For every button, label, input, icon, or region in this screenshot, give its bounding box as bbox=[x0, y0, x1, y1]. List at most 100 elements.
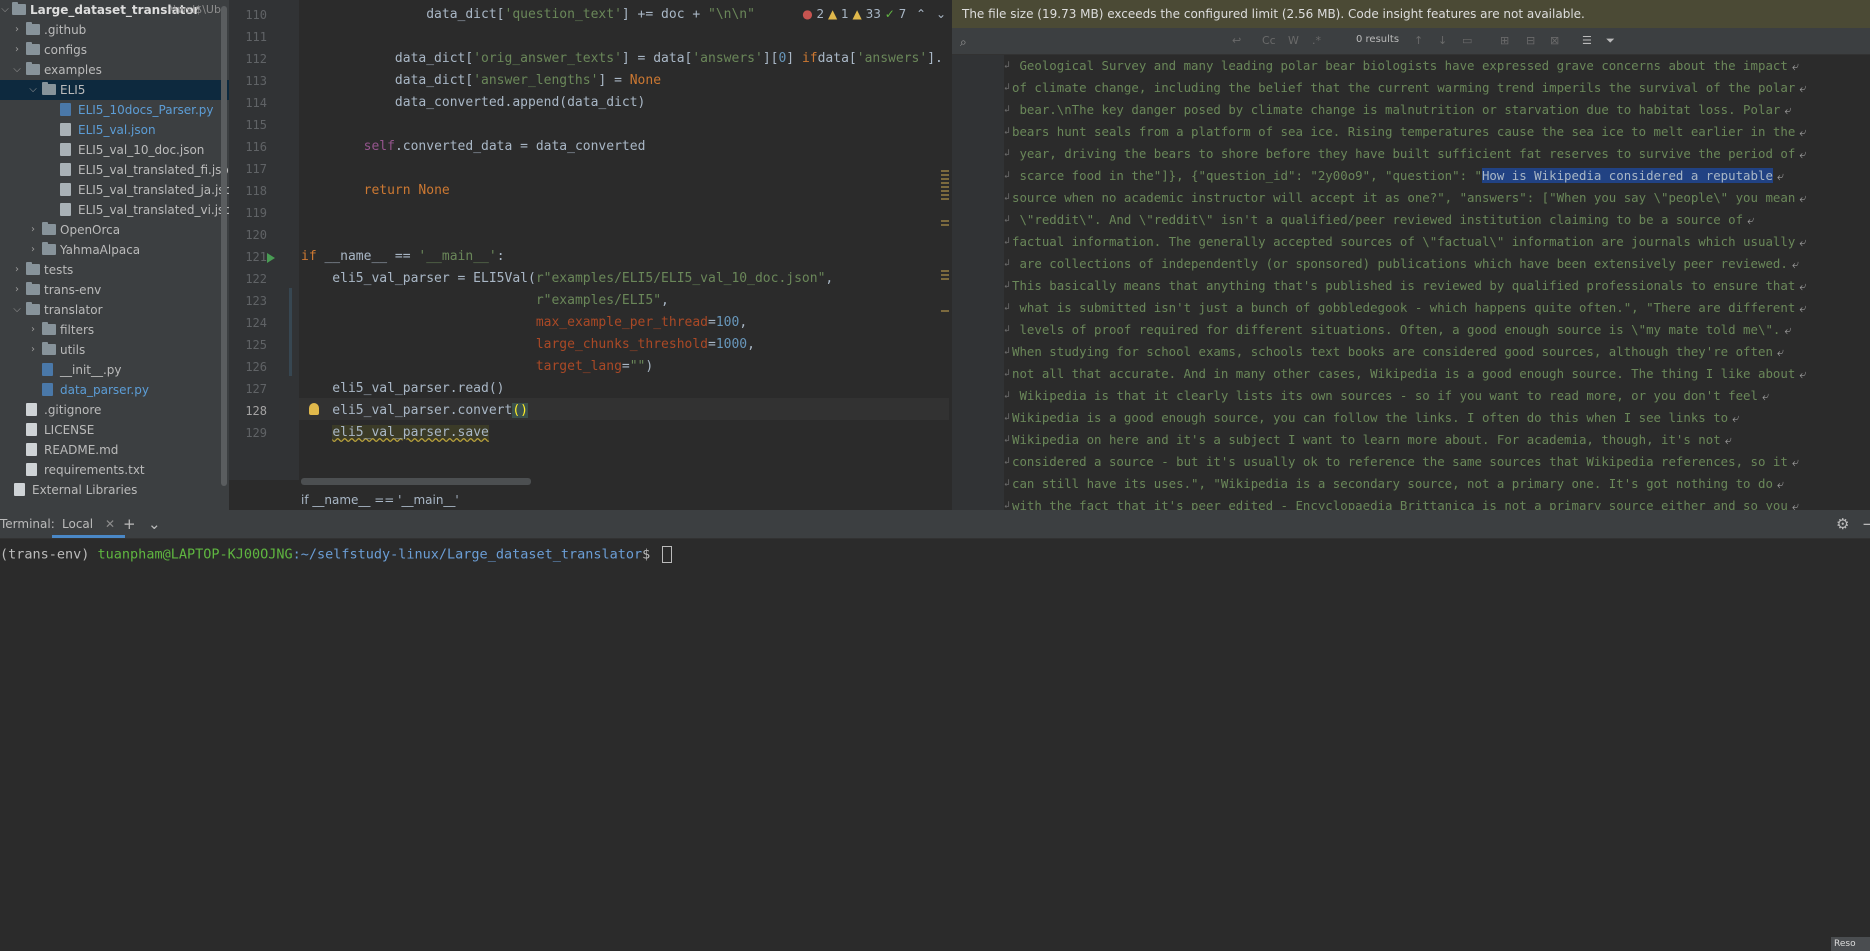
tree-item[interactable]: › utils bbox=[0, 340, 229, 360]
viewer-line[interactable]: ↲ bear.\nThe key danger posed by climate… bbox=[1004, 99, 1791, 121]
gear-icon[interactable]: ⚙ bbox=[1836, 515, 1849, 533]
code-line[interactable]: eli5_val_parser = ELI5Val(r"examples/ELI… bbox=[301, 268, 833, 290]
code-line[interactable]: eli5_val_parser.read() bbox=[301, 378, 504, 400]
add-icon[interactable]: + bbox=[123, 515, 136, 533]
toggle-selection-icon[interactable]: ⊠ bbox=[1550, 33, 1559, 49]
tree-item[interactable]: › filters bbox=[0, 320, 229, 340]
code-line[interactable]: max_example_per_thread=100, bbox=[301, 312, 747, 334]
select-all-icon[interactable]: ▭ bbox=[1462, 33, 1472, 49]
code-line[interactable]: self.converted_data = data_converted bbox=[301, 136, 646, 158]
tree-item[interactable]: README.md bbox=[0, 440, 229, 460]
editor-horizontal-scrollbar[interactable] bbox=[301, 478, 531, 485]
viewer-line[interactable]: ↲ Geological Survey and many leading pol… bbox=[1004, 55, 1799, 77]
viewer-line[interactable]: ↲ Wikipedia on here and it's a subject I … bbox=[1004, 429, 1732, 451]
code-line[interactable]: return None bbox=[301, 180, 450, 202]
chevron-right-icon[interactable]: › bbox=[12, 260, 22, 280]
tree-item[interactable]: ELI5_val_translated_vi.json bbox=[0, 200, 229, 220]
chevron-down-icon[interactable]: ⌵ bbox=[28, 80, 38, 100]
viewer-line[interactable]: ↲ what is submitted isn't just a bunch o… bbox=[1004, 297, 1806, 319]
breadcrumb[interactable]: if __name__ == '__main__' bbox=[301, 490, 459, 510]
tree-item[interactable]: ⌵ ELI5 bbox=[0, 80, 229, 100]
regex-button[interactable]: .* bbox=[1312, 33, 1321, 49]
search-bar[interactable]: ⌕ ↩ Cc W .* 0 results ↑ ↓ ▭ ⊞ ⊟ ⊠ ☰ ⏷ bbox=[952, 28, 1870, 55]
tree-item[interactable]: › configs bbox=[0, 40, 229, 60]
tree-item[interactable]: External Libraries bbox=[0, 480, 229, 500]
chevron-up-icon[interactable]: ⌃ bbox=[916, 7, 926, 21]
viewer-line[interactable]: ↲ source when no academic instructor will… bbox=[1004, 187, 1806, 209]
viewer-line[interactable]: ↲ of climate change, including the belief… bbox=[1004, 77, 1806, 99]
close-icon[interactable]: ✕ bbox=[105, 517, 115, 531]
code-line[interactable]: data_dict['answer_lengths'] = None bbox=[301, 70, 661, 92]
tree-item[interactable]: › trans-env bbox=[0, 280, 229, 300]
arrow-up-icon[interactable]: ↑ bbox=[1414, 33, 1423, 49]
code-line[interactable]: r"examples/ELI5", bbox=[301, 290, 669, 312]
tree-item[interactable]: › .github bbox=[0, 20, 229, 40]
lightbulb-icon[interactable] bbox=[309, 403, 319, 415]
terminal-prompt[interactable]: (trans-env) tuanpham@LAPTOP-KJ00OJNG:~/s… bbox=[0, 546, 673, 563]
chevron-down-icon[interactable]: ⌵ bbox=[0, 0, 10, 20]
chevron-right-icon[interactable]: › bbox=[12, 280, 22, 300]
tree-scrollbar[interactable] bbox=[221, 6, 227, 486]
minimize-icon[interactable]: − bbox=[1862, 515, 1870, 533]
chevron-right-icon[interactable]: › bbox=[28, 340, 38, 360]
remove-selection-icon[interactable]: ⊟ bbox=[1526, 33, 1535, 49]
history-icon[interactable]: ↩ bbox=[1232, 33, 1241, 49]
code-line[interactable]: data_converted.append(data_dict) bbox=[301, 92, 645, 114]
words-button[interactable]: W bbox=[1288, 33, 1299, 49]
viewer-line[interactable]: ↲ not all that accurate. And in many othe… bbox=[1004, 363, 1806, 385]
tree-item[interactable]: data_parser.py bbox=[0, 380, 229, 400]
viewer-line[interactable]: ↲ bears hunt seals from a platform of sea… bbox=[1004, 121, 1806, 143]
tree-item[interactable]: ELI5_val_translated_ja.json bbox=[0, 180, 229, 200]
viewer-line[interactable]: ↲ Wikipedia is that it clearly lists its… bbox=[1004, 385, 1769, 407]
chevron-right-icon[interactable]: › bbox=[12, 20, 22, 40]
chevron-right-icon[interactable]: › bbox=[28, 320, 38, 340]
chevron-down-icon[interactable]: ⌄ bbox=[936, 7, 946, 21]
project-root-row[interactable]: ⌵ Large_dataset_translator \\wsl$\Ub bbox=[0, 0, 229, 20]
large-file-viewer[interactable]: The file size (19.73 MB) exceeds the con… bbox=[952, 0, 1870, 510]
code-line[interactable]: data_dict['question_text'] += doc + "\n\… bbox=[301, 4, 755, 26]
code-line[interactable]: target_lang="") bbox=[301, 356, 653, 378]
tree-item[interactable]: ELI5_10docs_Parser.py bbox=[0, 100, 229, 120]
code-line[interactable]: if __name__ == '__main__': bbox=[301, 246, 505, 268]
tree-item[interactable]: LICENSE bbox=[0, 420, 229, 440]
viewer-line[interactable]: ↲ factual information. The generally acce… bbox=[1004, 231, 1806, 253]
viewer-line[interactable]: ↲ scarce food in the"]}, {"question_id":… bbox=[1004, 165, 1784, 187]
tree-item[interactable]: ⌵ translator bbox=[0, 300, 229, 320]
search-icon[interactable]: ⌕ bbox=[960, 35, 967, 50]
tree-item[interactable]: ELI5_val_translated_fi.json bbox=[0, 160, 229, 180]
viewer-line[interactable]: ↲ When studying for school exams, schools… bbox=[1004, 341, 1784, 363]
tree-item[interactable]: ELI5_val.json bbox=[0, 120, 229, 140]
viewer-line[interactable]: ↲ year, driving the bears to shore befor… bbox=[1004, 143, 1806, 165]
chevron-down-icon[interactable]: ⌵ bbox=[12, 60, 22, 80]
tree-item[interactable]: › OpenOrca bbox=[0, 220, 229, 240]
code-line[interactable]: eli5_val_parser.convert() bbox=[301, 400, 528, 422]
viewer-line[interactable]: ↲ considered a source - but it's usually … bbox=[1004, 451, 1799, 473]
chevron-right-icon[interactable]: › bbox=[12, 40, 22, 60]
match-case-button[interactable]: Cc bbox=[1262, 33, 1276, 49]
inspection-widget[interactable]: ● 2 ▲ 1 ▲ 33 ✓ 7 ⌃ ⌄ bbox=[796, 4, 946, 24]
tree-item[interactable]: __init__.py bbox=[0, 360, 229, 380]
viewer-line[interactable]: ↲ Wikipedia is a good enough source, you … bbox=[1004, 407, 1739, 429]
tab-local[interactable]: Local ✕ bbox=[52, 510, 125, 538]
chevron-down-icon[interactable]: ⌄ bbox=[148, 515, 161, 533]
chevron-down-icon[interactable]: ⌵ bbox=[12, 300, 22, 320]
status-badge[interactable]: Reso bbox=[1831, 937, 1870, 951]
viewer-line[interactable]: ↲ can still have its uses.", "Wikipedia i… bbox=[1004, 473, 1784, 495]
viewer-line[interactable]: ↲ levels of proof required for different… bbox=[1004, 319, 1791, 341]
code-editor[interactable]: 110 111 112 113 114 115 116 117 118 119 120 121 122 1… bbox=[229, 0, 952, 510]
tree-item[interactable]: .gitignore bbox=[0, 400, 229, 420]
arrow-down-icon[interactable]: ↓ bbox=[1438, 33, 1447, 49]
filter-icon[interactable]: ⏷ bbox=[1606, 33, 1615, 49]
code-line[interactable]: data_dict['orig_answer_texts'] = data['a… bbox=[301, 48, 943, 70]
tree-item[interactable]: ⌵ examples bbox=[0, 60, 229, 80]
chevron-right-icon[interactable]: › bbox=[28, 220, 38, 240]
tree-item[interactable]: requirements.txt bbox=[0, 460, 229, 480]
tree-item[interactable]: ELI5_val_10_doc.json bbox=[0, 140, 229, 160]
error-stripe[interactable] bbox=[941, 160, 949, 410]
viewer-line[interactable]: ↲ \"reddit\". And \"reddit\" isn't a qua… bbox=[1004, 209, 1754, 231]
tree-item[interactable]: › tests bbox=[0, 260, 229, 280]
code-line[interactable]: large_chunks_threshold=1000, bbox=[301, 334, 755, 356]
viewer-line[interactable]: ↲ are collections of independently (or s… bbox=[1004, 253, 1799, 275]
viewer-line[interactable]: ↲ with the fact that it's peer edited - E… bbox=[1004, 495, 1799, 510]
add-selection-icon[interactable]: ⊞ bbox=[1500, 33, 1509, 49]
